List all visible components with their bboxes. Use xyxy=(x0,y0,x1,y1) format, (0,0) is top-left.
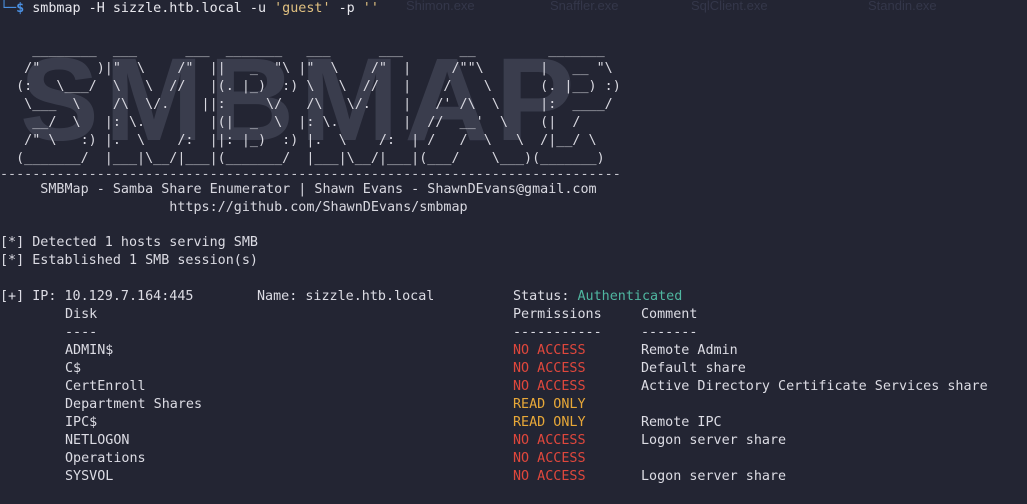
prompt-corner: └─ xyxy=(0,1,17,16)
status-authenticated: Authenticated xyxy=(577,289,683,304)
banner-art-line: /" )|" \ /" || _ "\ |" \ /" | /""\ | __ … xyxy=(0,61,613,76)
share-permission: NO ACCESS xyxy=(513,361,586,376)
ghost-file-label: Snaffler.exe xyxy=(550,0,619,13)
command-args: -H sizzle.htb.local -u xyxy=(80,1,275,16)
share-permission: NO ACCESS xyxy=(513,451,586,466)
ghost-file-label: Shimon.exe xyxy=(406,0,475,13)
command-line[interactable]: └─$ smbmap -H sizzle.htb.local -u 'guest… xyxy=(0,0,379,18)
command-program: smbmap xyxy=(32,1,81,16)
share-permission: READ ONLY xyxy=(513,397,586,412)
table-header-permissions: Permissions xyxy=(513,307,602,322)
share-comment: Remote Admin xyxy=(641,343,738,358)
table-underline-permissions: ----------- xyxy=(513,325,602,340)
share-comment: Logon server share xyxy=(641,433,787,448)
banner-credit: SMBMap - Samba Share Enumerator | Shawn … xyxy=(0,182,597,197)
terminal-window[interactable]: Shimon.exe Snaffler.exe SqlClient.exe St… xyxy=(0,0,1027,504)
host-ip: 10.129.7.164:445 xyxy=(64,289,194,304)
host-name: Name: sizzle.htb.local xyxy=(257,289,435,304)
share-comment: Active Directory Certificate Services sh… xyxy=(641,379,988,394)
share-permission: NO ACCESS xyxy=(513,379,586,394)
share-disk-name: SYSVOL xyxy=(65,469,114,484)
banner-art-line: __/ \ |: \. |(| _ \ |: \. | // __' \ (| … xyxy=(0,115,581,130)
banner-url: https://github.com/ShawnDEvans/smbmap xyxy=(0,200,468,215)
share-disk-name: NETLOGON xyxy=(65,433,130,448)
status-line: [*] Detected 1 hosts serving SMB xyxy=(0,235,258,250)
share-comment: Default share xyxy=(641,361,746,376)
share-disk-name: IPC$ xyxy=(65,415,98,430)
command-user-string: 'guest' xyxy=(274,1,331,16)
ghost-file-label: SqlClient.exe xyxy=(691,0,768,13)
share-disk-name: ADMIN$ xyxy=(65,343,114,358)
table-header-comment: Comment xyxy=(641,307,698,322)
share-comment: Logon server share xyxy=(641,469,787,484)
share-disk-name: C$ xyxy=(65,361,82,376)
table-underline-disk: ---- xyxy=(65,325,98,340)
share-disk-name: CertEnroll xyxy=(65,379,146,394)
prompt-sign: $ xyxy=(16,1,25,16)
share-disk-name: Department Shares xyxy=(65,397,203,412)
banner-art-line: \___ \ /\ \/. ||: \/ /\ \/. | /' /\ \ |:… xyxy=(0,97,613,112)
share-permission: NO ACCESS xyxy=(513,433,586,448)
share-permission: NO ACCESS xyxy=(513,469,586,484)
status-line: [*] Established 1 SMB session(s) xyxy=(0,253,258,268)
share-comment: Remote IPC xyxy=(641,415,722,430)
command-args: -p xyxy=(330,1,363,16)
share-permission: NO ACCESS xyxy=(513,343,586,358)
ghost-file-label: Standin.exe xyxy=(868,0,937,13)
command-pass-string: '' xyxy=(362,1,379,16)
share-disk-name: Operations xyxy=(65,451,146,466)
table-header-disk: Disk xyxy=(65,307,98,322)
host-status: Status: Authenticated xyxy=(513,289,683,304)
share-permission: READ ONLY xyxy=(513,415,586,430)
banner-art-line: /" \ :) |. \ /: ||: |_) :) |. \ /: | / /… xyxy=(0,133,597,148)
banner-art-line: ________ ___ ___ _______ ___ ___ __ ____… xyxy=(0,43,605,58)
banner-art-line: (: \___/ \ \ // |(. |_) :) \ \ // | / \ … xyxy=(0,79,621,94)
table-underline-comment: ------- xyxy=(641,325,698,340)
host-prefix: [+] IP: 10.129.7.164:445 xyxy=(0,289,194,304)
